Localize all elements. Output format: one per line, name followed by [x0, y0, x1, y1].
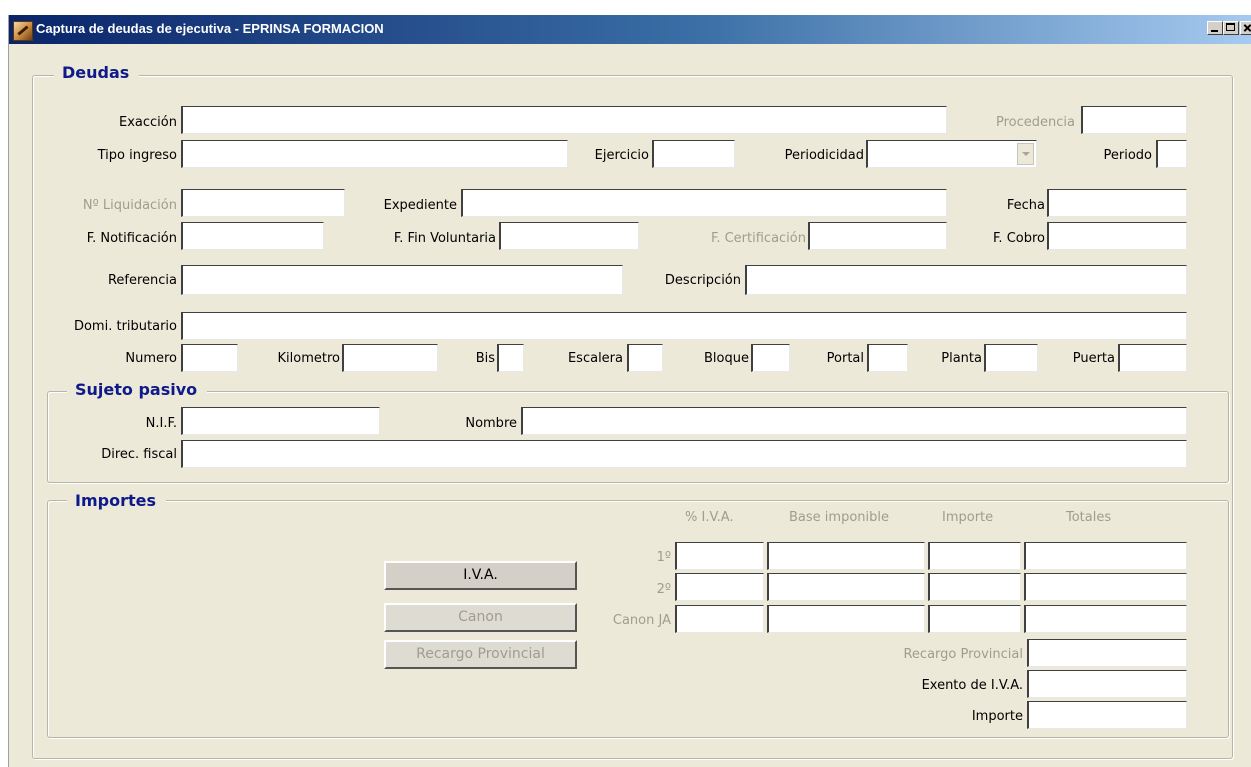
- expediente-label: Expediente: [383, 198, 457, 213]
- portal-label: Portal: [826, 351, 864, 366]
- puerta-field[interactable]: [1118, 344, 1187, 372]
- ejercicio-label: Ejercicio: [594, 148, 649, 163]
- descripcion-label: Descripción: [664, 273, 741, 288]
- referencia-label: Referencia: [107, 273, 177, 288]
- recargo-provincial-field[interactable]: [1027, 639, 1187, 667]
- ejercicio-field[interactable]: [652, 140, 735, 168]
- tipo-ingreso-label: Tipo ingreso: [97, 148, 177, 163]
- exento-iva-label: Exento de I.V.A.: [921, 678, 1023, 693]
- recargo-provincial-button[interactable]: Recargo Provincial: [384, 640, 577, 669]
- importe-field-2[interactable]: [928, 573, 1021, 601]
- exaccion-label: Exacción: [119, 115, 177, 130]
- iva-button[interactable]: I.V.A.: [384, 561, 577, 590]
- title-bar[interactable]: Captura de deudas de ejecutiva - EPRINSA…: [9, 15, 1251, 44]
- numero-label: Numero: [125, 351, 177, 366]
- importe-total-field[interactable]: [1027, 701, 1187, 729]
- importe-field-canon[interactable]: [928, 605, 1021, 633]
- minimize-icon[interactable]: [1207, 21, 1223, 35]
- importes-legend: Importes: [67, 491, 166, 510]
- recargo-provincial-label: Recargo Provincial: [903, 647, 1023, 662]
- periodicidad-label: Periodicidad: [784, 148, 864, 163]
- bloque-field[interactable]: [751, 344, 790, 372]
- base-imponible-field-2[interactable]: [767, 573, 925, 601]
- sujeto-pasivo-group: [47, 391, 1229, 483]
- close-icon[interactable]: [1240, 21, 1251, 35]
- maximize-icon[interactable]: [1223, 21, 1239, 35]
- direc-fiscal-field[interactable]: [181, 440, 1187, 468]
- nombre-field[interactable]: [521, 407, 1187, 435]
- portal-field[interactable]: [867, 344, 908, 372]
- periodo-field[interactable]: [1156, 140, 1187, 168]
- f-notificacion-field[interactable]: [181, 222, 324, 250]
- n-liquidacion-field[interactable]: [181, 189, 345, 217]
- nombre-label: Nombre: [465, 416, 517, 431]
- iva-pct-field-1[interactable]: [675, 542, 764, 570]
- f-fin-voluntaria-label: F. Fin Voluntaria: [393, 231, 496, 246]
- f-certificacion-label: F. Certificación: [710, 231, 806, 246]
- header-iva-pct: % I.V.A.: [685, 510, 734, 525]
- base-imponible-field-canon[interactable]: [767, 605, 925, 633]
- f-cobro-field[interactable]: [1047, 222, 1187, 250]
- periodo-label: Periodo: [1103, 148, 1153, 163]
- planta-label: Planta: [941, 351, 982, 366]
- referencia-field[interactable]: [181, 265, 623, 295]
- totales-field-canon[interactable]: [1024, 605, 1187, 633]
- fecha-field[interactable]: [1047, 189, 1187, 217]
- canon-button[interactable]: Canon: [384, 603, 577, 632]
- app-icon: [13, 21, 33, 41]
- header-base-imponible: Base imponible: [789, 510, 889, 525]
- base-imponible-field-1[interactable]: [767, 542, 925, 570]
- periodicidad-select[interactable]: [866, 140, 1037, 168]
- row-label-1: 1º: [656, 550, 671, 565]
- bis-field[interactable]: [497, 344, 524, 372]
- window: Captura de deudas de ejecutiva - EPRINSA…: [8, 15, 1251, 767]
- exaccion-field[interactable]: [181, 106, 947, 134]
- f-certificacion-field[interactable]: [808, 222, 947, 250]
- importe-total-label: Importe: [971, 709, 1023, 724]
- tipo-ingreso-field[interactable]: [181, 140, 568, 168]
- totales-field-1[interactable]: [1024, 542, 1187, 570]
- row-label-canon-ja: Canon JA: [612, 613, 671, 628]
- nif-label: N.I.F.: [145, 416, 177, 431]
- escalera-label: Escalera: [567, 351, 623, 366]
- escalera-field[interactable]: [627, 344, 663, 372]
- window-title: Captura de deudas de ejecutiva - EPRINSA…: [36, 21, 384, 36]
- totales-field-2[interactable]: [1024, 573, 1187, 601]
- planta-field[interactable]: [984, 344, 1038, 372]
- sujeto-pasivo-legend: Sujeto pasivo: [67, 380, 208, 399]
- row-label-2: 2º: [656, 582, 671, 597]
- fecha-label: Fecha: [1006, 198, 1045, 213]
- procedencia-field[interactable]: [1081, 106, 1187, 134]
- exento-iva-field[interactable]: [1027, 670, 1187, 698]
- f-notificacion-label: F. Notificación: [86, 231, 177, 246]
- puerta-label: Puerta: [1072, 351, 1115, 366]
- domi-tributario-field[interactable]: [181, 312, 1187, 340]
- chevron-down-icon[interactable]: [1017, 143, 1034, 165]
- kilometro-field[interactable]: [342, 344, 438, 372]
- direc-fiscal-label: Direc. fiscal: [101, 447, 177, 462]
- bloque-label: Bloque: [704, 351, 749, 366]
- descripcion-field[interactable]: [745, 265, 1187, 295]
- f-cobro-label: F. Cobro: [993, 231, 1045, 246]
- iva-pct-field-2[interactable]: [675, 573, 764, 601]
- bis-label: Bis: [475, 351, 495, 366]
- procedencia-label: Procedencia: [996, 115, 1075, 130]
- n-liquidacion-label: Nº Liquidación: [82, 198, 177, 213]
- header-importe: Importe: [942, 510, 994, 525]
- expediente-field[interactable]: [461, 189, 947, 217]
- nif-field[interactable]: [181, 407, 380, 435]
- deudas-legend: Deudas: [54, 63, 140, 82]
- numero-field[interactable]: [181, 344, 238, 372]
- domi-tributario-label: Domi. tributario: [73, 319, 177, 334]
- f-fin-voluntaria-field[interactable]: [499, 222, 639, 250]
- header-totales: Totales: [1066, 510, 1112, 525]
- importe-field-1[interactable]: [928, 542, 1021, 570]
- kilometro-label: Kilometro: [277, 351, 340, 366]
- iva-pct-field-canon[interactable]: [675, 605, 764, 633]
